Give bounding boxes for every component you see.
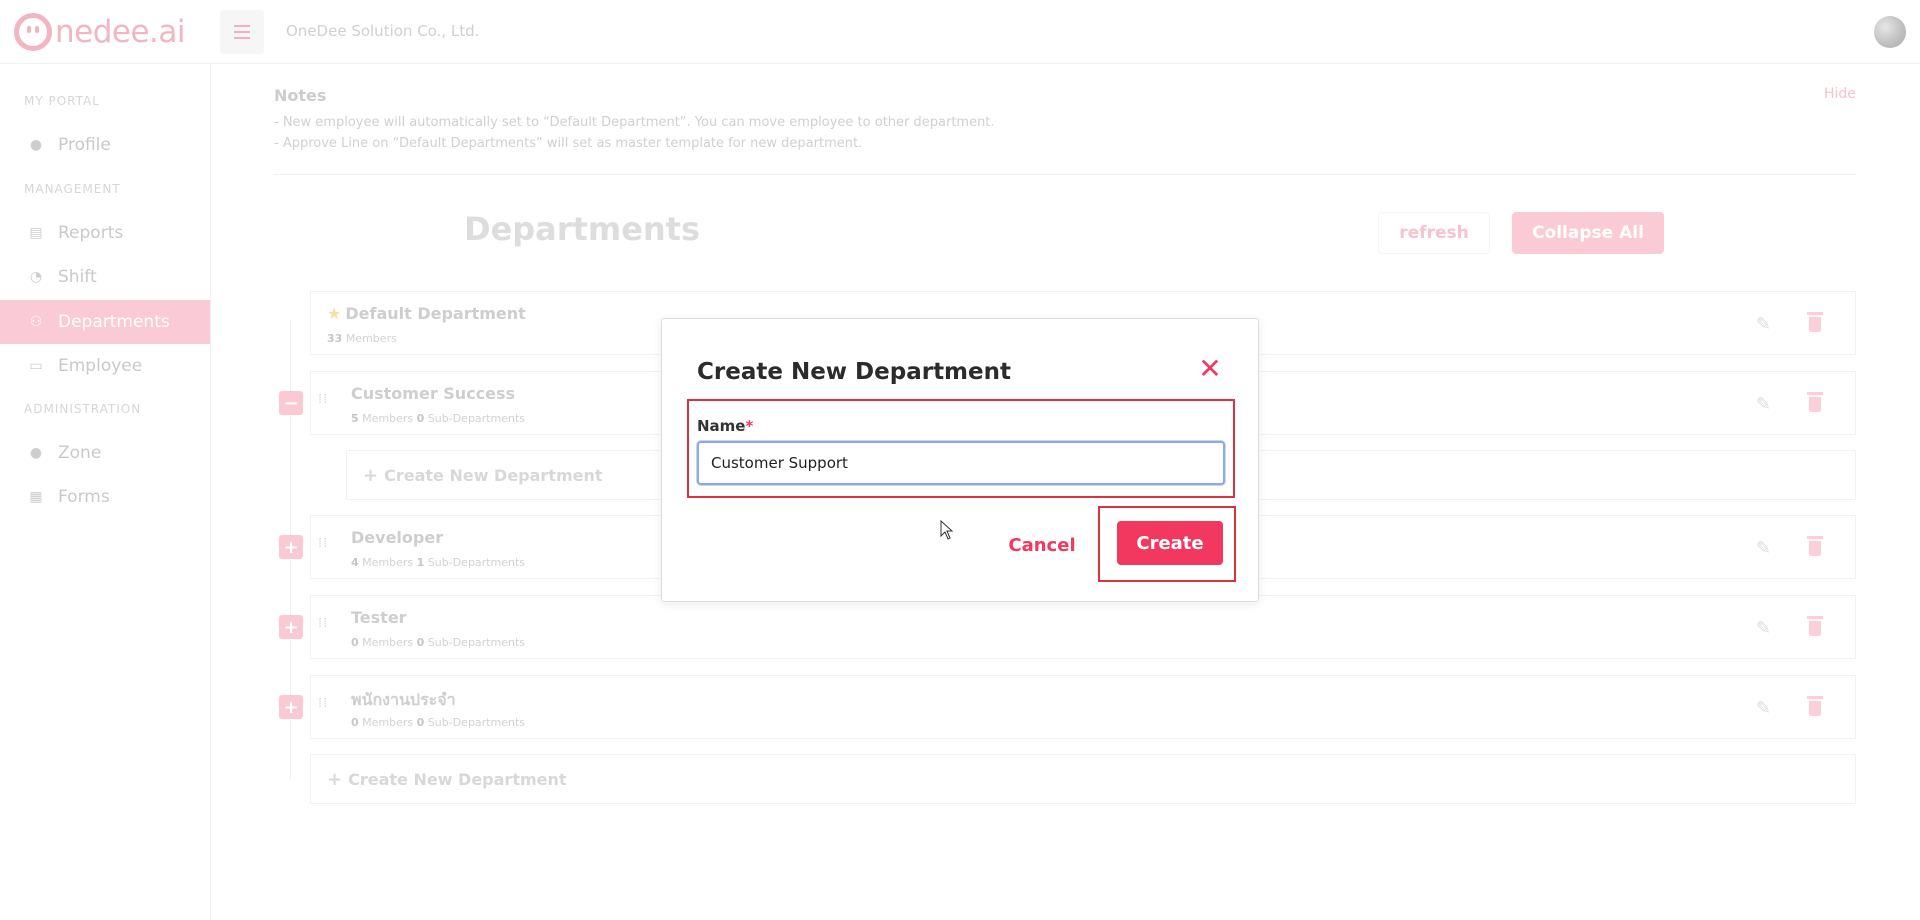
required-mark: * xyxy=(745,417,754,435)
create-department-dialog: Create New Department ✕ Name* Cancel Cre… xyxy=(661,318,1259,602)
department-name-input[interactable] xyxy=(697,441,1225,485)
dialog-title: Create New Department xyxy=(697,359,1011,385)
mouse-cursor-icon xyxy=(940,520,954,540)
name-field-label: Name* xyxy=(697,417,753,435)
cancel-button[interactable]: Cancel xyxy=(1002,523,1082,567)
close-icon[interactable]: ✕ xyxy=(1195,352,1225,385)
create-button[interactable]: Create xyxy=(1117,521,1223,565)
name-label-text: Name xyxy=(697,417,746,435)
